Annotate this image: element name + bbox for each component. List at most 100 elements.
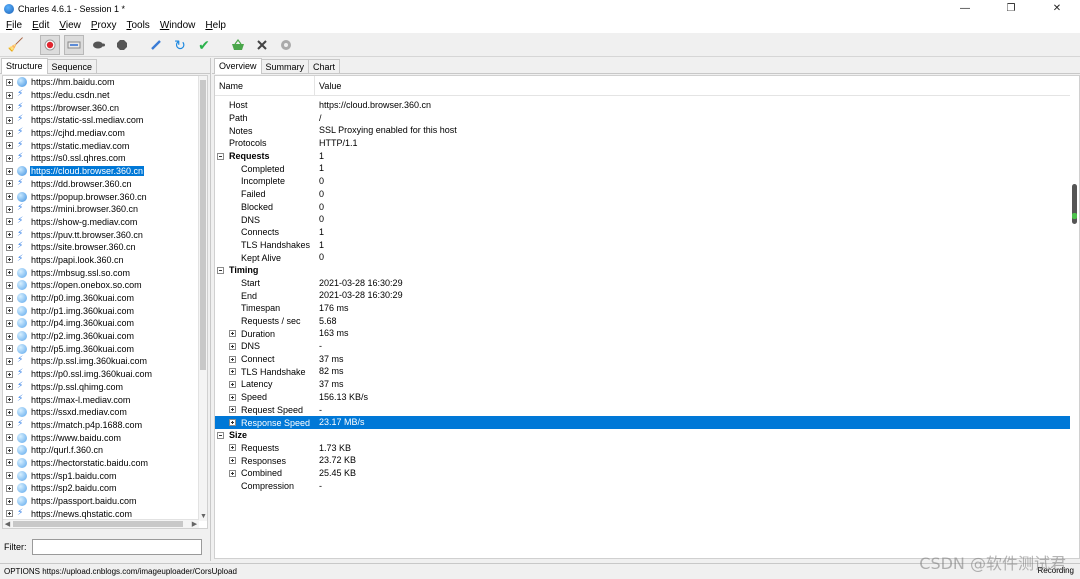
- stop-icon[interactable]: [112, 35, 132, 55]
- host-row[interactable]: https://edu.csdn.net: [3, 88, 199, 102]
- expand-icon[interactable]: [6, 408, 13, 416]
- detail-vertical-scrollbar[interactable]: [1070, 76, 1079, 558]
- expand-icon[interactable]: [229, 380, 236, 388]
- host-row[interactable]: https://p.ssl.qhimg.com: [3, 380, 199, 394]
- host-row[interactable]: https://sp2.baidu.com: [3, 482, 199, 495]
- overview-row[interactable]: Connect 37 ms: [215, 353, 1071, 366]
- maximize-button[interactable]: ❐: [988, 0, 1034, 17]
- expand-icon[interactable]: [229, 469, 236, 477]
- expand-icon[interactable]: [229, 393, 236, 401]
- overview-row[interactable]: Failed 0: [215, 188, 1071, 201]
- expand-icon[interactable]: [6, 484, 13, 492]
- expand-icon[interactable]: [229, 330, 236, 338]
- overview-row[interactable]: Completed 1: [215, 162, 1071, 175]
- expand-icon[interactable]: [6, 167, 13, 175]
- overview-row[interactable]: Kept Alive 0: [215, 251, 1071, 264]
- menu-view[interactable]: View: [54, 20, 86, 31]
- expand-icon[interactable]: [229, 419, 236, 427]
- expand-icon[interactable]: [6, 193, 13, 201]
- expand-icon[interactable]: [6, 446, 13, 454]
- expand-icon[interactable]: [6, 205, 13, 213]
- scroll-down-icon[interactable]: ▼: [199, 512, 207, 521]
- overview-row[interactable]: Blocked 0: [215, 201, 1071, 214]
- refresh-icon[interactable]: ↻: [170, 35, 190, 55]
- overview-row[interactable]: Notes SSL Proxying enabled for this host: [215, 124, 1071, 137]
- overview-row[interactable]: Requests / sec 5.68: [215, 315, 1071, 328]
- throttle-icon[interactable]: [64, 34, 84, 55]
- overview-row[interactable]: DNS -: [215, 340, 1071, 353]
- expand-icon[interactable]: [229, 368, 236, 376]
- filter-input[interactable]: [31, 539, 202, 555]
- column-header-value[interactable]: Value: [315, 81, 341, 91]
- expand-icon[interactable]: [6, 459, 13, 467]
- expand-icon[interactable]: [6, 104, 13, 112]
- collapse-icon[interactable]: [217, 431, 224, 439]
- host-row[interactable]: https://hectorstatic.baidu.com: [3, 457, 199, 470]
- overview-row[interactable]: Host https://cloud.browser.360.cn: [215, 99, 1071, 112]
- overview-row[interactable]: Response Speed 23.17 MB/s: [215, 416, 1071, 429]
- overview-row[interactable]: Combined 25.45 KB: [215, 467, 1071, 480]
- expand-icon[interactable]: [6, 396, 13, 404]
- basket-icon[interactable]: [228, 35, 248, 55]
- expand-icon[interactable]: [6, 231, 13, 239]
- expand-icon[interactable]: [6, 510, 13, 518]
- menu-help[interactable]: Help: [200, 20, 231, 31]
- tree-horizontal-scrollbar[interactable]: ◀ ▶: [3, 519, 199, 528]
- menu-tools[interactable]: Tools: [121, 20, 154, 31]
- host-row[interactable]: http://p0.img.360kuai.com: [3, 292, 199, 305]
- overview-row[interactable]: Timing: [215, 264, 1071, 277]
- overview-row[interactable]: Start 2021-03-28 16:30:29: [215, 277, 1071, 290]
- tab-structure[interactable]: Structure: [1, 58, 48, 74]
- host-row[interactable]: https://p.ssl.img.360kuai.com: [3, 354, 199, 368]
- host-row[interactable]: http://p2.img.360kuai.com: [3, 330, 199, 343]
- hscroll-thumb[interactable]: [13, 521, 183, 527]
- overview-row[interactable]: Responses 23.72 KB: [215, 454, 1071, 467]
- expand-icon[interactable]: [229, 355, 236, 363]
- expand-icon[interactable]: [6, 154, 13, 162]
- host-row[interactable]: https://www.baidu.com: [3, 431, 199, 444]
- menu-window[interactable]: Window: [155, 20, 201, 31]
- overview-row[interactable]: Connects 1: [215, 226, 1071, 239]
- host-row[interactable]: https://static-ssl.mediav.com: [3, 113, 199, 127]
- tree-vertical-scrollbar[interactable]: ▼: [198, 76, 207, 521]
- expand-icon[interactable]: [229, 444, 236, 452]
- expand-icon[interactable]: [6, 243, 13, 251]
- overview-row[interactable]: Latency 37 ms: [215, 378, 1071, 391]
- turtle-icon[interactable]: [88, 35, 108, 55]
- broom-icon[interactable]: 🧹: [6, 35, 26, 55]
- expand-icon[interactable]: [6, 472, 13, 480]
- overview-row[interactable]: TLS Handshake 82 ms: [215, 365, 1071, 378]
- tools-icon[interactable]: [252, 35, 272, 55]
- expand-icon[interactable]: [6, 497, 13, 505]
- host-row[interactable]: https://ssxd.mediav.com: [3, 406, 199, 419]
- expand-icon[interactable]: [6, 78, 13, 86]
- host-row[interactable]: https://papi.look.360.cn: [3, 253, 199, 267]
- expand-icon[interactable]: [6, 269, 13, 277]
- host-row[interactable]: https://popup.browser.360.cn: [3, 190, 199, 203]
- collapse-icon[interactable]: [217, 266, 224, 274]
- host-row[interactable]: https://open.onebox.so.com: [3, 279, 199, 292]
- expand-icon[interactable]: [229, 457, 236, 465]
- host-row[interactable]: https://browser.360.cn: [3, 101, 199, 114]
- overview-row[interactable]: Timespan 176 ms: [215, 302, 1071, 315]
- tab-overview[interactable]: Overview: [214, 58, 262, 74]
- overview-row[interactable]: Size: [215, 429, 1071, 442]
- pen-icon[interactable]: [146, 35, 166, 55]
- host-row[interactable]: https://sp1.baidu.com: [3, 469, 199, 482]
- expand-icon[interactable]: [6, 434, 13, 442]
- expand-icon[interactable]: [6, 256, 13, 264]
- overview-row[interactable]: TLS Handshakes 1: [215, 239, 1071, 252]
- host-row[interactable]: https://mini.browser.360.cn: [3, 202, 199, 216]
- tab-sequence[interactable]: Sequence: [46, 59, 98, 73]
- host-row[interactable]: https://show-g.mediav.com: [3, 215, 199, 229]
- expand-icon[interactable]: [6, 421, 13, 429]
- expand-icon[interactable]: [6, 129, 13, 137]
- host-row[interactable]: https://max-l.mediav.com: [3, 393, 199, 406]
- expand-icon[interactable]: [6, 370, 13, 378]
- overview-row[interactable]: Protocols HTTP/1.1: [215, 137, 1071, 150]
- overview-row[interactable]: Request Speed -: [215, 404, 1071, 417]
- menu-edit[interactable]: Edit: [27, 20, 54, 31]
- host-row[interactable]: https://mbsug.ssl.so.com: [3, 266, 199, 279]
- overview-row[interactable]: Speed 156.13 KB/s: [215, 391, 1071, 404]
- menu-proxy[interactable]: Proxy: [86, 20, 122, 31]
